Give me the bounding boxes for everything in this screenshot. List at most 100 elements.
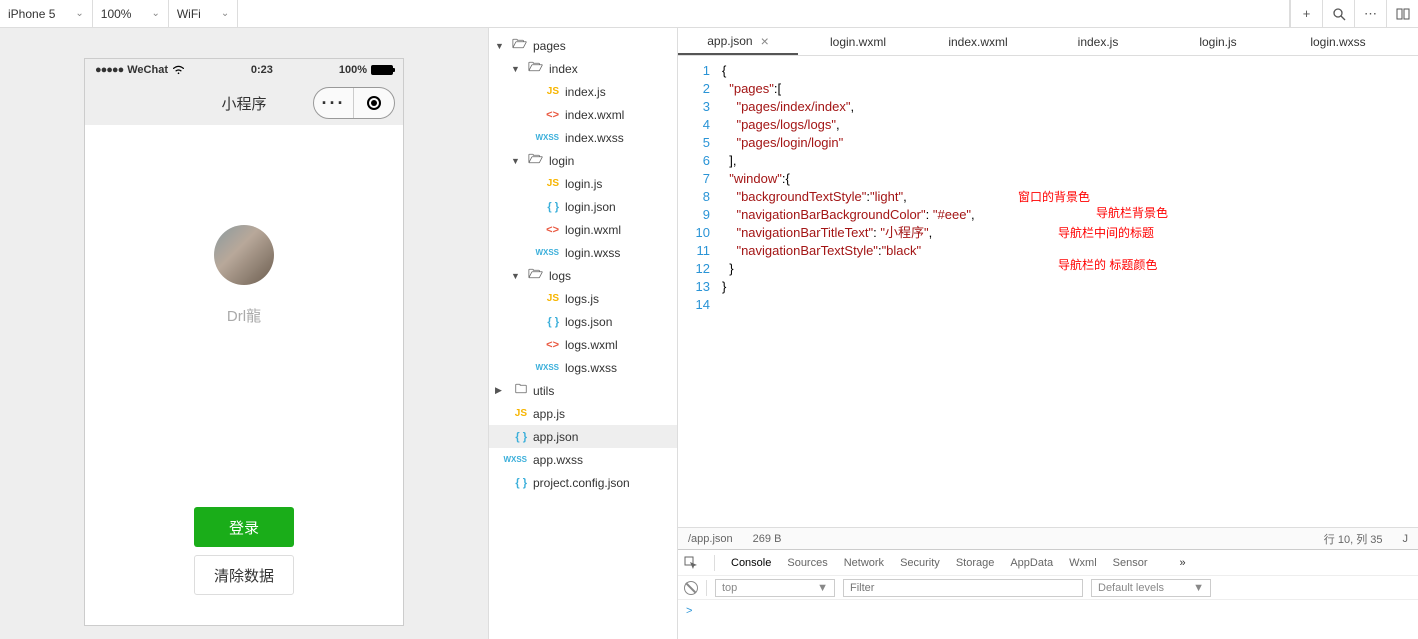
- devtools-tab-sources[interactable]: Sources: [787, 557, 827, 569]
- nickname-label: Drl龍: [227, 305, 261, 326]
- devtools-tabs: Console Sources Network Security Storage AppD…: [678, 550, 1418, 576]
- devtools-tab-wxml[interactable]: Wxml: [1069, 557, 1097, 569]
- editor-tab[interactable]: app.json ×: [678, 28, 798, 55]
- file-label: pages: [531, 39, 566, 53]
- js-icon: JS: [537, 293, 563, 304]
- phone-frame: ●●●●● WeChat 0:23 100% 小程序 ···: [84, 58, 404, 626]
- status-size: 269 B: [753, 533, 782, 545]
- file-tree-item[interactable]: { }app.json: [489, 425, 677, 448]
- split-button[interactable]: [1386, 0, 1418, 27]
- wxss-icon: WXSS: [505, 455, 531, 464]
- devtools-tab-storage[interactable]: Storage: [956, 557, 995, 569]
- wxss-icon: WXSS: [537, 363, 563, 372]
- js-icon: JS: [537, 178, 563, 189]
- more-button[interactable]: ⋯: [1354, 0, 1386, 27]
- battery-icon: [371, 65, 393, 75]
- folder-closed-icon: 🗀: [505, 380, 531, 401]
- file-tree-item[interactable]: { }logs.json: [489, 310, 677, 333]
- clear-button[interactable]: 清除数据: [194, 555, 294, 595]
- annotation: 窗口的背景色: [1018, 188, 1090, 206]
- inspect-icon[interactable]: [684, 556, 698, 570]
- editor-tab[interactable]: login.js: [1158, 28, 1278, 55]
- file-label: index.wxss: [563, 131, 624, 145]
- capsule-close-button[interactable]: [354, 88, 394, 118]
- file-tree-item[interactable]: { }login.json: [489, 195, 677, 218]
- devtools-tab-sensor[interactable]: Sensor: [1113, 557, 1148, 569]
- network-select[interactable]: WiFi ⌄: [169, 0, 238, 27]
- wxss-icon: WXSS: [537, 133, 563, 142]
- console-body[interactable]: >: [678, 600, 1418, 639]
- file-label: logs.wxss: [563, 361, 617, 375]
- time-label: 0:23: [251, 64, 273, 76]
- capsule-more-button[interactable]: ···: [314, 88, 354, 118]
- tab-label: app.json: [707, 34, 752, 48]
- tab-label: login.js: [1199, 35, 1236, 49]
- add-button[interactable]: +: [1290, 0, 1322, 27]
- devtools-tab-console[interactable]: Console: [731, 557, 771, 569]
- battery-label: 100%: [339, 64, 367, 76]
- carrier-label: WeChat: [127, 64, 168, 76]
- search-icon: [1332, 7, 1346, 21]
- search-button[interactable]: [1322, 0, 1354, 27]
- code-area[interactable]: { "pages":[ "pages/index/index", "pages/…: [718, 56, 1418, 527]
- clear-console-button[interactable]: [684, 581, 698, 595]
- file-tree-item[interactable]: WXSSindex.wxss: [489, 126, 677, 149]
- context-label: top: [722, 582, 737, 594]
- file-tree-item[interactable]: <>index.wxml: [489, 103, 677, 126]
- folder-icon: 🗁: [521, 265, 547, 286]
- file-tree-item[interactable]: JSlogin.js: [489, 172, 677, 195]
- annotation: 导航栏的 标题颜色: [1058, 256, 1157, 274]
- folder-icon: 🗁: [521, 58, 547, 79]
- editor-tab[interactable]: login.wxml: [798, 28, 918, 55]
- chevron-down-icon: ▼: [1193, 582, 1204, 594]
- top-toolbar: iPhone 5 ⌄ 100% ⌄ WiFi ⌄ + ⋯: [0, 0, 1418, 28]
- status-path: /app.json: [688, 533, 733, 545]
- file-tree-item[interactable]: JSlogs.js: [489, 287, 677, 310]
- file-tree-item[interactable]: ▼🗁index: [489, 57, 677, 80]
- file-tree-item[interactable]: JSindex.js: [489, 80, 677, 103]
- file-label: logs: [547, 269, 571, 283]
- devtools-tab-network[interactable]: Network: [844, 557, 884, 569]
- chevron-down-icon: ⌄: [221, 8, 229, 19]
- close-icon[interactable]: ×: [761, 33, 769, 49]
- devtools-tab-security[interactable]: Security: [900, 557, 940, 569]
- filter-input[interactable]: [843, 579, 1083, 597]
- page-content: Drl龍 登录 清除数据: [85, 125, 403, 625]
- levels-select[interactable]: Default levels ▼: [1091, 579, 1211, 597]
- login-button[interactable]: 登录: [194, 507, 294, 547]
- file-label: app.js: [531, 407, 565, 421]
- wxml-icon: <>: [537, 339, 563, 351]
- file-tree-item[interactable]: <>login.wxml: [489, 218, 677, 241]
- chevron-down-icon: ⌄: [151, 8, 159, 19]
- editor: app.json × login.wxmlindex.wxml index.js log…: [678, 28, 1418, 639]
- editor-tab[interactable]: login.wxss: [1278, 28, 1398, 55]
- file-tree-item[interactable]: WXSSapp.wxss: [489, 448, 677, 471]
- file-tree-item[interactable]: { }project.config.json: [489, 471, 677, 494]
- file-tree-item[interactable]: WXSSlogs.wxss: [489, 356, 677, 379]
- nav-title: 小程序: [221, 93, 266, 114]
- devtools-tab-appdata[interactable]: AppData: [1010, 557, 1053, 569]
- file-tree-item[interactable]: JSapp.js: [489, 402, 677, 425]
- file-tree-item[interactable]: <>logs.wxml: [489, 333, 677, 356]
- split-icon: [1396, 7, 1410, 21]
- json-icon: { }: [505, 431, 531, 443]
- context-select[interactable]: top ▼: [715, 579, 835, 597]
- file-label: utils: [531, 384, 554, 398]
- avatar[interactable]: [214, 225, 274, 285]
- tab-label: index.js: [1078, 35, 1119, 49]
- device-select[interactable]: iPhone 5 ⌄: [0, 0, 93, 27]
- file-label: login.wxml: [563, 223, 621, 237]
- more-icon[interactable]: »: [1180, 557, 1186, 569]
- file-tree-item[interactable]: ▼🗁pages: [489, 34, 677, 57]
- chevron-icon: ▼: [511, 271, 521, 281]
- file-tree-item[interactable]: WXSSlogin.wxss: [489, 241, 677, 264]
- wifi-icon: [172, 65, 185, 75]
- file-tree-item[interactable]: ▼🗁logs: [489, 264, 677, 287]
- editor-tab[interactable]: index.js: [1038, 28, 1158, 55]
- chevron-icon: ▼: [511, 156, 521, 166]
- file-tree-item[interactable]: ▶🗀utils: [489, 379, 677, 402]
- zoom-select[interactable]: 100% ⌄: [93, 0, 169, 27]
- editor-tab[interactable]: index.wxml: [918, 28, 1038, 55]
- file-tree-item[interactable]: ▼🗁login: [489, 149, 677, 172]
- console-toolbar: top ▼ Default levels ▼: [678, 576, 1418, 600]
